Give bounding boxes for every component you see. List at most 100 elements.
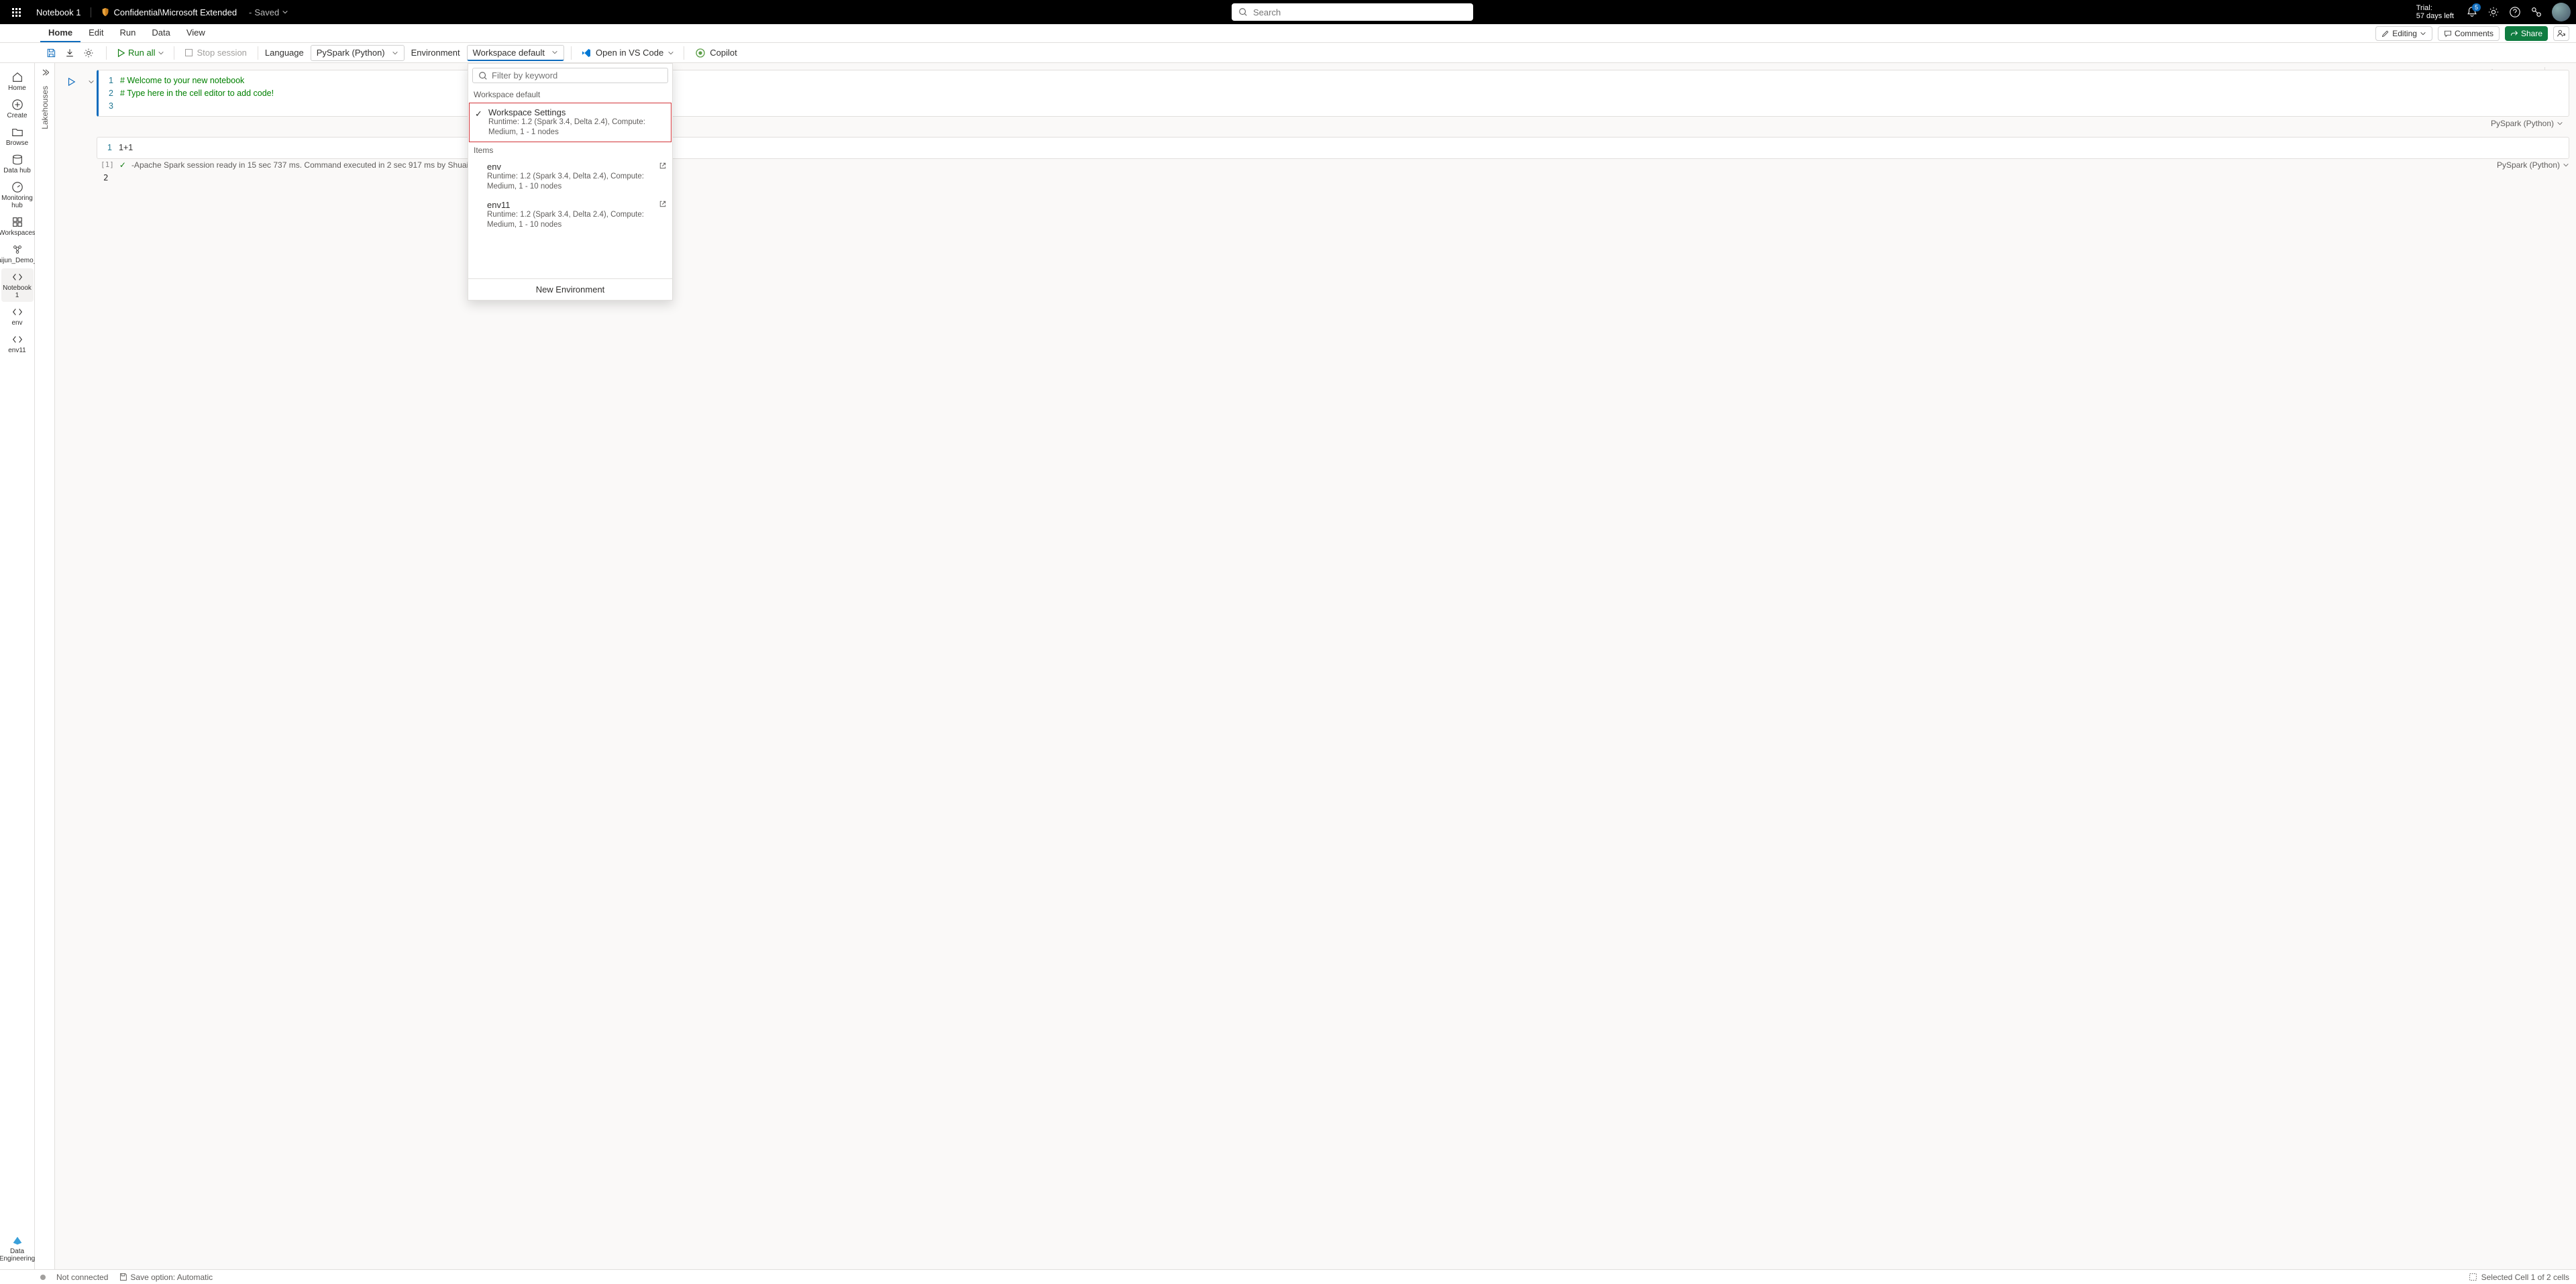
chevron-down-icon xyxy=(392,50,398,56)
settings-button[interactable] xyxy=(2487,6,2500,18)
rail-label: Data Engineering xyxy=(0,1248,35,1263)
download-icon xyxy=(64,48,75,58)
env-item-env11[interactable]: env11 Runtime: 1.2 (Spark 3.4, Delta 2.4… xyxy=(468,196,672,234)
global-search[interactable] xyxy=(1232,3,1473,21)
environment-dropdown[interactable]: Workspace default xyxy=(467,45,564,61)
rail-create[interactable]: Create xyxy=(1,96,34,122)
expand-lakehouses-button[interactable] xyxy=(38,66,52,79)
save-option-text: Save option: Automatic xyxy=(130,1273,213,1282)
rail-notebook1[interactable]: Notebook 1 xyxy=(1,268,34,302)
editing-mode-dropdown[interactable]: Editing xyxy=(2375,26,2432,41)
env-filter-input[interactable] xyxy=(492,70,662,81)
cell-language-selector[interactable]: PySpark (Python) xyxy=(2497,160,2569,170)
code-icon xyxy=(11,333,23,345)
pencil-icon xyxy=(2381,30,2390,38)
environment-dropdown-popup: Workspace default ✓ Workspace Settings R… xyxy=(468,63,673,301)
comment-icon xyxy=(2444,30,2452,38)
language-label: Language xyxy=(265,48,304,58)
tab-view[interactable]: View xyxy=(178,24,213,42)
env-item-env[interactable]: env Runtime: 1.2 (Spark 3.4, Delta 2.4),… xyxy=(468,158,672,196)
env-item-subtitle: Runtime: 1.2 (Spark 3.4, Delta 2.4), Com… xyxy=(488,117,664,138)
cell-language-selector[interactable]: PySpark (Python) xyxy=(2491,117,2563,129)
trial-status[interactable]: Trial: 57 days left xyxy=(2416,4,2457,20)
plus-circle-icon xyxy=(11,99,23,111)
external-link-icon xyxy=(659,200,667,208)
open-external-button[interactable] xyxy=(659,200,667,208)
lakehouses-panel-collapsed: Lakehouses xyxy=(35,63,55,1269)
person-sync-icon xyxy=(2557,29,2566,38)
connection-status-dot xyxy=(40,1275,46,1280)
rail-home[interactable]: Home xyxy=(1,68,34,95)
env-item-subtitle: Runtime: 1.2 (Spark 3.4, Delta 2.4), Com… xyxy=(487,172,665,192)
share-button[interactable]: Share xyxy=(2505,26,2548,41)
help-button[interactable] xyxy=(2509,6,2521,18)
run-cell-button[interactable] xyxy=(63,74,79,90)
code-text: # Type here in the cell editor to add co… xyxy=(120,87,274,100)
tab-data[interactable]: Data xyxy=(144,24,178,42)
shield-icon xyxy=(101,7,110,17)
rail-browse[interactable]: Browse xyxy=(1,123,34,150)
vscode-icon xyxy=(581,48,592,58)
lakehouses-label: Lakehouses xyxy=(40,86,50,129)
run-all-label: Run all xyxy=(128,48,155,58)
saved-label: Saved xyxy=(254,7,279,17)
language-dropdown[interactable]: PySpark (Python) xyxy=(311,45,405,61)
play-icon xyxy=(66,77,76,87)
chevron-down-icon xyxy=(282,9,288,15)
rail-env[interactable]: env xyxy=(1,303,34,329)
rail-monitoring[interactable]: Monitoring hub xyxy=(1,178,34,212)
copilot-button[interactable]: Copilot xyxy=(691,48,741,58)
tab-edit[interactable]: Edit xyxy=(80,24,111,42)
comments-button[interactable]: Comments xyxy=(2438,26,2500,41)
env-item-title: env11 xyxy=(487,200,665,210)
open-external-button[interactable] xyxy=(659,162,667,170)
rail-label: Monitoring hub xyxy=(1,195,34,209)
notifications-button[interactable]: 5 xyxy=(2466,6,2478,18)
sensitivity-label[interactable]: Confidential\Microsoft Extended xyxy=(91,7,247,17)
rail-demo-env[interactable]: Shuaijun_Demo_Env xyxy=(1,241,34,267)
rail-data-engineering[interactable]: Data Engineering xyxy=(1,1232,34,1265)
code-cell: 1# Welcome to your new notebook 2# Type … xyxy=(59,70,2569,117)
search-input[interactable] xyxy=(1253,7,1466,17)
search-icon xyxy=(1238,7,1248,17)
home-icon xyxy=(11,71,23,83)
new-environment-button[interactable]: New Environment xyxy=(468,278,672,300)
stop-session-button[interactable]: Stop session xyxy=(181,48,250,58)
tab-home[interactable]: Home xyxy=(40,24,80,42)
rail-label: Data hub xyxy=(3,167,31,174)
open-vscode-button[interactable]: Open in VS Code xyxy=(578,48,677,58)
code-icon xyxy=(11,271,23,283)
trial-line2: 57 days left xyxy=(2416,12,2454,20)
env-item-workspace-settings[interactable]: ✓ Workspace Settings Runtime: 1.2 (Spark… xyxy=(469,103,672,142)
stop-icon xyxy=(185,49,193,56)
save-status[interactable]: - Saved xyxy=(246,7,288,17)
monitor-icon xyxy=(11,181,23,193)
workspaces-icon xyxy=(11,216,23,228)
confidential-text: Confidential\Microsoft Extended xyxy=(114,7,237,17)
app-launcher-button[interactable] xyxy=(5,8,27,17)
selection-status: Selected Cell 1 of 2 cells xyxy=(2481,1273,2569,1282)
rail-label: env11 xyxy=(8,347,26,354)
notebook-title[interactable]: Notebook 1 xyxy=(27,7,91,17)
save-button[interactable] xyxy=(43,45,59,61)
tab-run[interactable]: Run xyxy=(112,24,144,42)
rail-label: env xyxy=(11,319,22,327)
gear-icon xyxy=(83,48,94,58)
top-bar: Notebook 1 Confidential\Microsoft Extend… xyxy=(0,0,2576,24)
rail-datahub[interactable]: Data hub xyxy=(1,151,34,177)
comments-label: Comments xyxy=(2455,29,2493,38)
present-button[interactable] xyxy=(2553,26,2569,41)
rail-label: Create xyxy=(7,112,27,119)
settings-gear-button[interactable] xyxy=(80,45,97,61)
rail-env11[interactable]: env11 xyxy=(1,331,34,357)
download-button[interactable] xyxy=(62,45,78,61)
exec-count: [1] xyxy=(101,160,114,169)
feedback-button[interactable] xyxy=(2530,6,2542,18)
selection-icon xyxy=(2469,1273,2477,1281)
chevron-right-icon xyxy=(41,68,49,76)
user-avatar[interactable] xyxy=(2552,3,2571,21)
run-all-button[interactable]: Run all xyxy=(113,48,167,58)
rail-workspaces[interactable]: Workspaces xyxy=(1,213,34,239)
chevron-down-icon xyxy=(88,78,95,85)
env-filter[interactable] xyxy=(472,68,668,83)
